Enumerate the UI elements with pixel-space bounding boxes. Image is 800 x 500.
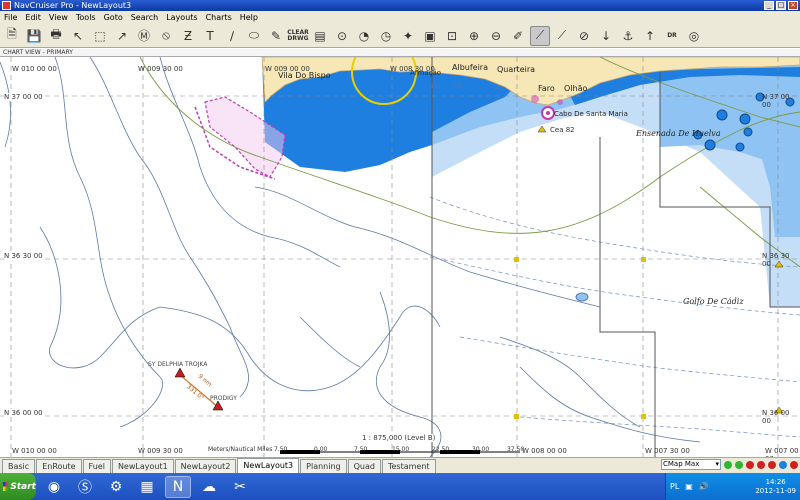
nautical-chart[interactable]: [0, 57, 800, 457]
drawing-icon[interactable]: ✎: [266, 26, 286, 46]
menu-view[interactable]: View: [45, 11, 72, 24]
weather-icon[interactable]: ☁: [196, 476, 222, 498]
language-indicator[interactable]: PL: [670, 482, 679, 491]
windows-flag-icon: [3, 482, 9, 491]
tab-newlayout2[interactable]: NewLayout2: [174, 459, 237, 473]
maximize-button[interactable]: □: [776, 1, 786, 10]
vessel-marker-delphia[interactable]: [174, 367, 186, 378]
status-gps-icon: [724, 460, 732, 469]
volume-tray-icon[interactable]: 🔊: [699, 482, 709, 491]
clock[interactable]: 14:26 2012-11-09: [755, 478, 800, 496]
start-label: Start: [10, 481, 36, 492]
print-icon[interactable]: 🖶: [46, 26, 66, 46]
text-tool-icon[interactable]: T: [200, 26, 220, 46]
chart-view[interactable]: W 010 00 00 W 009 30 00 W 009 00 00 W 00…: [0, 57, 800, 457]
window-title: NavCruiser Pro - NewLayout3: [14, 1, 132, 10]
zoom-in-icon[interactable]: ⊕: [464, 26, 484, 46]
clear-drawing-icon[interactable]: CLEAR DRWG: [287, 26, 309, 46]
vessel-track: [174, 367, 224, 411]
ellipse-tool-icon[interactable]: ⬭: [244, 26, 264, 46]
tab-enroute[interactable]: EnRoute: [36, 459, 82, 473]
no-entry-icon[interactable]: ⦸: [156, 26, 176, 46]
zoom-out-icon[interactable]: ⊖: [486, 26, 506, 46]
clock-date: 2012-11-09: [755, 486, 796, 495]
menu-charts[interactable]: Charts: [202, 11, 236, 24]
layers-icon[interactable]: ▤: [310, 26, 330, 46]
down-arrow-icon[interactable]: ↓: [596, 26, 616, 46]
app-icon: [2, 1, 11, 10]
menu-edit[interactable]: Edit: [21, 11, 45, 24]
anchor-icon[interactable]: ⚓: [618, 26, 638, 46]
save-icon[interactable]: 💾: [24, 26, 44, 46]
navcruiser-icon[interactable]: N: [165, 475, 191, 498]
taskbar-apps: ◉ Ⓢ ⚙ ▦ N ☁ ✂: [36, 475, 253, 498]
tab-basic[interactable]: Basic: [2, 459, 36, 473]
menu-help[interactable]: Help: [236, 11, 262, 24]
pointer-icon[interactable]: ↖: [68, 26, 88, 46]
network-tray-icon[interactable]: ▣: [685, 482, 693, 491]
menu-bar: File Edit View Tools Goto Search Layouts…: [0, 11, 800, 24]
menu-file[interactable]: File: [0, 11, 21, 24]
measure-icon[interactable]: ⟋: [530, 25, 550, 46]
status-power-icon: [790, 460, 798, 469]
clock-time: 14:26: [765, 477, 786, 486]
window-controls: _ □ ×: [764, 1, 798, 10]
select-rect-icon[interactable]: ⬚: [90, 26, 110, 46]
radar-icon[interactable]: ◎: [684, 26, 704, 46]
line-tool-icon[interactable]: ∕: [222, 26, 242, 46]
north-up-icon[interactable]: ↑: [640, 26, 660, 46]
tab-fuel[interactable]: Fuel: [82, 459, 111, 473]
status-area: CMap Max: [661, 459, 798, 470]
title-bar: NavCruiser Pro - NewLayout3 _ □ ×: [0, 0, 800, 11]
map-source-select[interactable]: CMap Max: [661, 459, 721, 470]
scale-bar: [280, 450, 520, 454]
status-warn-icon: [757, 460, 765, 469]
zoom-box-icon[interactable]: Ƶ: [178, 26, 198, 46]
status-record-icon: [768, 460, 776, 469]
tools-icon[interactable]: ✂: [227, 476, 253, 498]
folder-icon[interactable]: ▦: [134, 476, 160, 498]
minimize-button[interactable]: _: [764, 1, 774, 10]
chrome-icon[interactable]: ◉: [41, 476, 67, 498]
menu-search[interactable]: Search: [127, 11, 162, 24]
world-icon[interactable]: ✦: [398, 26, 418, 46]
chart-view-label: CHART VIEW - PRIMARY: [0, 49, 800, 57]
range-ring-icon[interactable]: ⊘: [574, 26, 594, 46]
pencil-icon[interactable]: ✐: [508, 26, 528, 46]
tab-testament[interactable]: Testament: [381, 459, 436, 473]
mob-icon[interactable]: Ⓜ: [134, 26, 154, 46]
menu-layouts[interactable]: Layouts: [162, 11, 201, 24]
zoom-fit-icon[interactable]: ⊡: [442, 26, 462, 46]
skype-icon[interactable]: Ⓢ: [72, 476, 98, 498]
open-icon[interactable]: 🗎: [2, 26, 22, 46]
tab-newlayout1[interactable]: NewLayout1: [111, 459, 174, 473]
close-button[interactable]: ×: [788, 1, 798, 10]
system-tray: PL ▣ 🔊 14:26 2012-11-09: [665, 473, 800, 500]
tab-newlayout3[interactable]: NewLayout3: [237, 458, 300, 473]
dead-reckoning-icon[interactable]: DR: [662, 26, 682, 46]
status-ais-icon: [735, 460, 743, 469]
menu-goto[interactable]: Goto: [100, 11, 127, 24]
bearing-icon[interactable]: ⟋: [552, 26, 572, 46]
taskbar: Start ◉ Ⓢ ⚙ ▦ N ☁ ✂ PL ▣ 🔊 14:26 2012-11-09: [0, 473, 800, 500]
timer-icon[interactable]: ◔: [354, 26, 374, 46]
dashed-contours: [429, 196, 800, 438]
status-link-icon: [779, 460, 787, 469]
menu-tools[interactable]: Tools: [72, 11, 100, 24]
route-icon[interactable]: ↗: [112, 26, 132, 46]
tab-quad[interactable]: Quad: [347, 459, 381, 473]
toolbar: 🗎 💾 🖶 ↖ ⬚ ↗ Ⓜ ⦸ Ƶ T ∕ ⬭ ✎ CLEAR DRWG ▤ ⊙ ◔ ◷ ✦ ▣ ⊡ ⊕ ⊖ ✐ ⟋ ⟋ ⊘ ↓ ⚓ ↑ DR…: [0, 24, 800, 48]
status-alarm-icon: [746, 460, 754, 469]
start-button[interactable]: Start: [0, 473, 36, 500]
network-icon[interactable]: ⚙: [103, 476, 129, 498]
chart-frame-icon[interactable]: ▣: [420, 26, 440, 46]
tab-planning[interactable]: Planning: [300, 459, 347, 473]
compass-icon[interactable]: ⊙: [332, 26, 352, 46]
vessel-marker-prodigy[interactable]: [212, 400, 224, 411]
clock-icon[interactable]: ◷: [376, 26, 396, 46]
